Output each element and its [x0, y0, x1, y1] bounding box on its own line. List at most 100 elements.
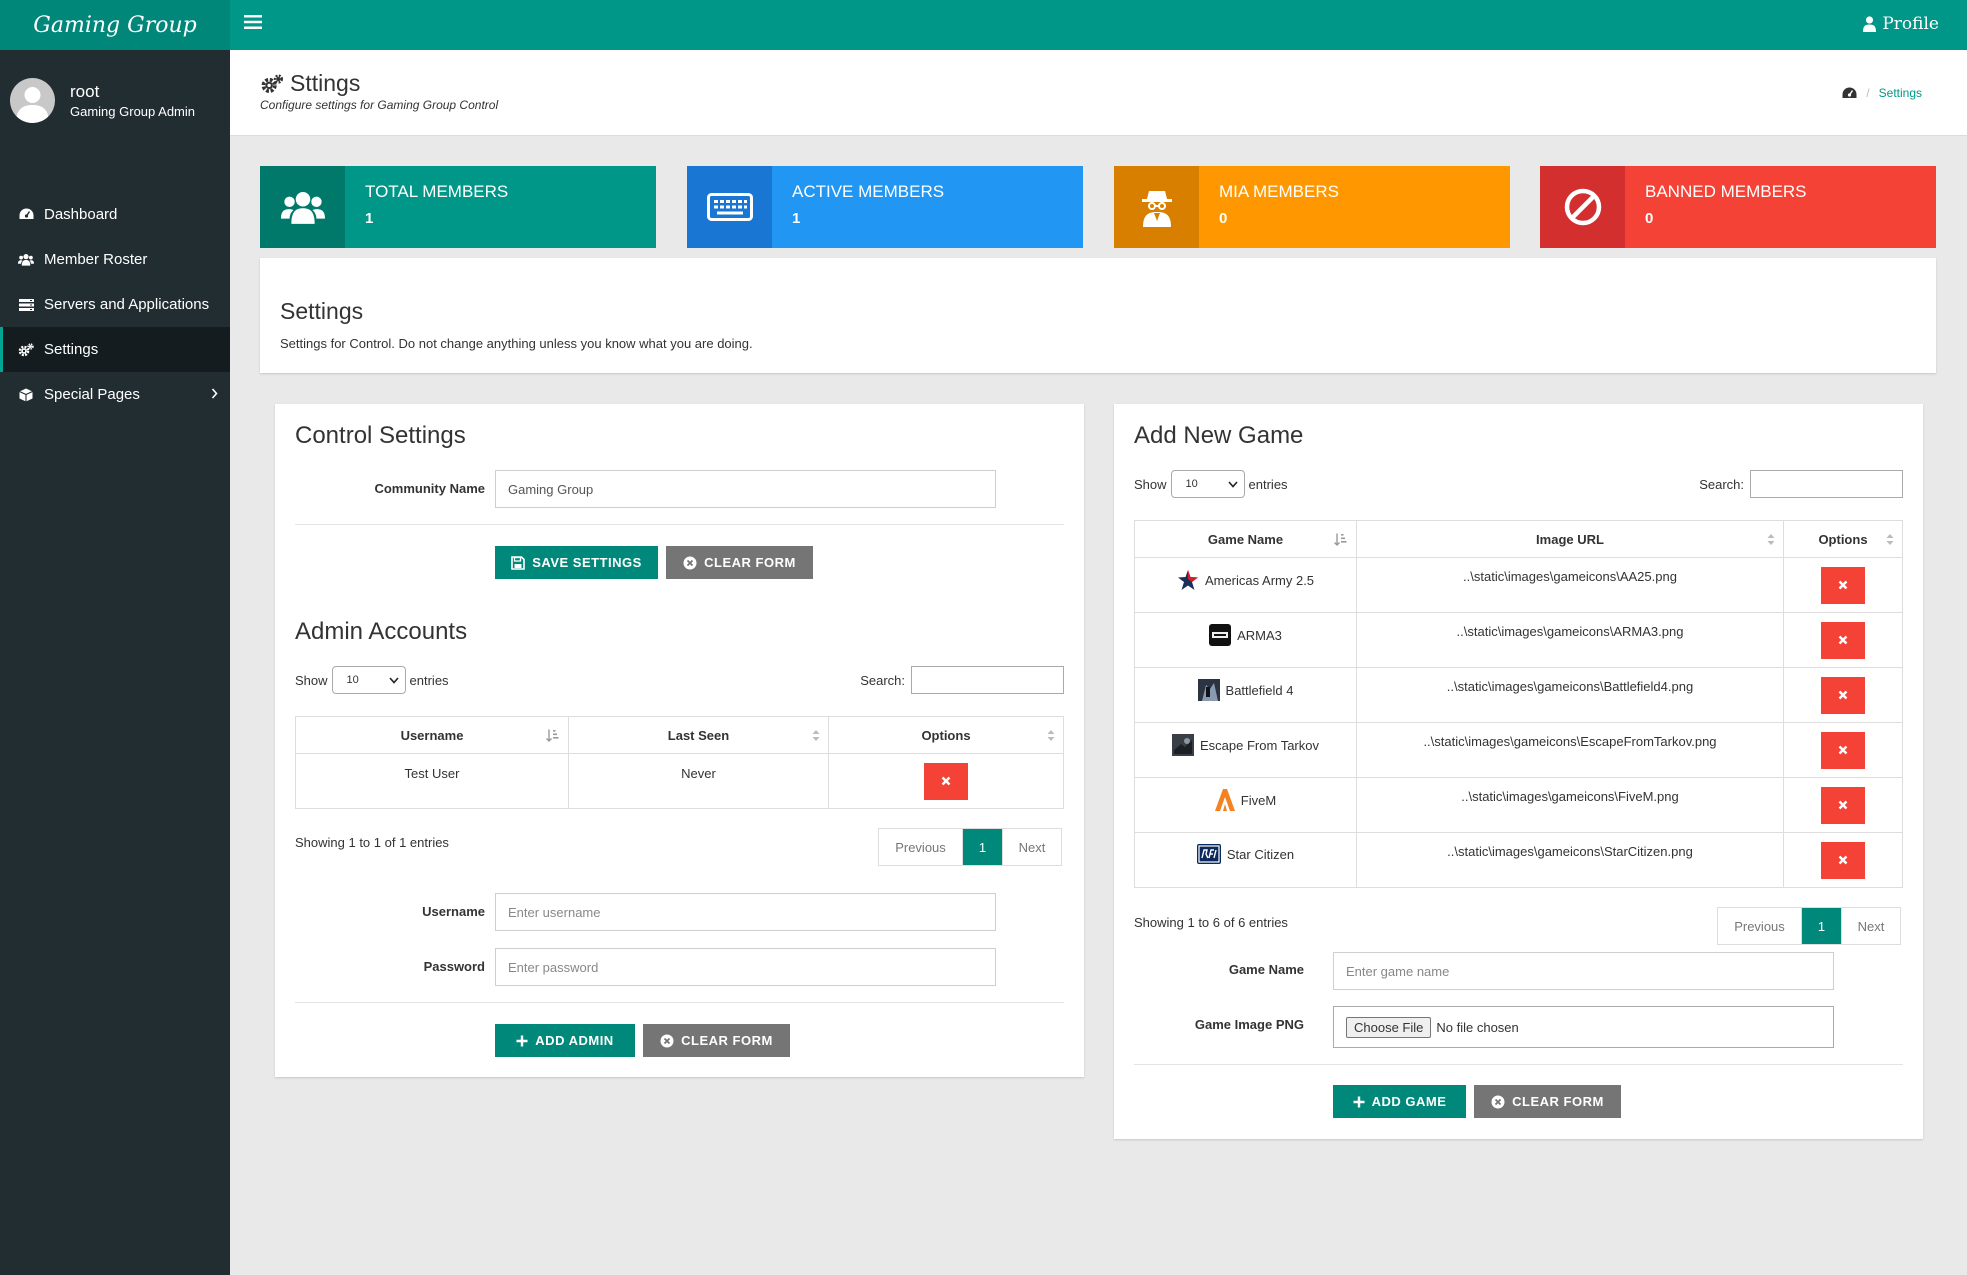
- chevron-down-icon: [388, 677, 399, 684]
- entries-label: entries: [409, 672, 449, 688]
- cell-options: [1783, 612, 1903, 668]
- add-game-button[interactable]: ADD GAME: [1333, 1085, 1466, 1118]
- breadcrumb-current: Settings: [1878, 86, 1922, 100]
- username-input[interactable]: [495, 893, 996, 931]
- game-name: Battlefield 4: [1225, 682, 1294, 698]
- user-role: Gaming Group Admin: [70, 104, 196, 119]
- games-table-info: Showing 1 to 6 of 6 entries: [1134, 915, 1288, 930]
- profile-link[interactable]: Profile: [1863, 14, 1939, 34]
- cell-game-name: Star Citizen: [1134, 832, 1357, 888]
- game-name: Star Citizen: [1226, 846, 1295, 862]
- page-1-button[interactable]: 1: [1802, 908, 1841, 944]
- stat-total-members: TOTAL MEMBERS 1: [260, 166, 656, 248]
- dashboard-icon[interactable]: [1842, 87, 1857, 100]
- password-input[interactable]: [495, 948, 996, 986]
- previous-page-button[interactable]: Previous: [879, 829, 963, 865]
- column-label: Game Name: [1207, 531, 1284, 547]
- user-icon: [1863, 16, 1877, 32]
- clear-settings-button[interactable]: CLEAR FORM: [666, 546, 813, 579]
- cogs-icon: [18, 342, 34, 358]
- sidebar-item-label: Dashboard: [44, 206, 118, 223]
- choose-file-button[interactable]: Choose File: [1346, 1016, 1432, 1038]
- sidebar-item-member-roster[interactable]: Member Roster: [0, 237, 230, 282]
- cell-game-name: FiveM: [1134, 777, 1357, 833]
- delete-game-button[interactable]: [1821, 786, 1865, 824]
- cell-image-url: ..\static\images\gameicons\ARMA3.png: [1356, 612, 1784, 668]
- cell-options: [1783, 667, 1903, 723]
- control-settings-title: Control Settings: [295, 422, 466, 449]
- table-row: Test User Never: [295, 753, 1064, 809]
- sidebar-item-servers[interactable]: Servers and Applications: [0, 282, 230, 327]
- entries-label: entries: [1248, 476, 1288, 492]
- clear-admin-form-button[interactable]: CLEAR FORM: [643, 1024, 790, 1057]
- stat-value: 1: [365, 210, 374, 227]
- breadcrumb-separator: /: [1866, 86, 1870, 100]
- stat-banned-members: BANNED MEMBERS 0: [1540, 166, 1936, 248]
- page-1-button[interactable]: 1: [963, 829, 1002, 865]
- add-new-game-box: Add New Game Show 10 entries Search: Gam…: [1114, 404, 1923, 1139]
- community-name-input[interactable]: [495, 470, 996, 508]
- cell-game-name: Battlefield 4: [1134, 667, 1357, 723]
- game-name: FiveM: [1240, 792, 1277, 808]
- divider: [1134, 1064, 1903, 1065]
- column-options[interactable]: Options: [828, 716, 1064, 754]
- admins-entries-select[interactable]: 10: [331, 666, 406, 694]
- cell-image-url: ..\static\images\gameicons\Battlefield4.…: [1356, 667, 1784, 723]
- star-citizen-icon: [1196, 844, 1221, 864]
- add-game-label: ADD GAME: [1371, 1094, 1447, 1109]
- control-settings-box: Control Settings Community Name SAVE SET…: [275, 404, 1084, 1077]
- next-page-button[interactable]: Next: [1841, 908, 1900, 944]
- sidebar-item-settings[interactable]: Settings: [0, 327, 230, 372]
- delete-game-button[interactable]: [1821, 566, 1865, 604]
- divider: [295, 524, 1064, 525]
- breadcrumb: / Settings: [1842, 86, 1922, 100]
- save-settings-button[interactable]: SAVE SETTINGS: [495, 546, 658, 579]
- delete-admin-button[interactable]: [924, 762, 968, 800]
- delete-game-button[interactable]: [1821, 841, 1865, 879]
- table-row: Star Citizen ..\static\images\gameicons\…: [1134, 832, 1903, 888]
- games-entries-select[interactable]: 10: [1170, 470, 1245, 498]
- game-image-file-input[interactable]: Choose File No file chosen: [1333, 1006, 1834, 1048]
- menu-toggle-icon[interactable]: [244, 14, 262, 30]
- times-circle-icon: [660, 1034, 674, 1047]
- column-label: Username: [400, 727, 464, 743]
- cell-options: [1783, 832, 1903, 888]
- users-icon: [18, 252, 34, 268]
- battlefield4-icon: [1197, 679, 1220, 701]
- settings-intro-box: Settings Settings for Control. Do not ch…: [260, 258, 1936, 373]
- brand-logo[interactable]: Gaming Group: [0, 0, 230, 50]
- column-username[interactable]: Username: [295, 716, 569, 754]
- stat-value: 0: [1219, 210, 1228, 227]
- sidebar-item-dashboard[interactable]: Dashboard: [0, 192, 230, 237]
- admins-search-input[interactable]: [911, 666, 1064, 694]
- games-search-input[interactable]: [1750, 470, 1903, 498]
- delete-game-button[interactable]: [1821, 621, 1865, 659]
- stat-active-members: ACTIVE MEMBERS 1: [687, 166, 1083, 248]
- add-admin-button[interactable]: ADD ADMIN: [495, 1024, 635, 1057]
- column-options[interactable]: Options: [1783, 520, 1903, 558]
- sort-icon: [1767, 533, 1775, 546]
- table-row: Battlefield 4 ..\static\images\gameicons…: [1134, 667, 1903, 723]
- column-game-name[interactable]: Game Name: [1134, 520, 1357, 558]
- admins-pagination: Previous 1 Next: [878, 828, 1062, 866]
- close-icon: [1838, 745, 1848, 755]
- sidebar-item-label: Special Pages: [44, 386, 140, 403]
- game-name: Escape From Tarkov: [1200, 737, 1319, 753]
- delete-game-button[interactable]: [1821, 731, 1865, 769]
- stat-label: TOTAL MEMBERS: [365, 182, 509, 201]
- game-name-input[interactable]: [1333, 952, 1834, 990]
- delete-game-button[interactable]: [1821, 676, 1865, 714]
- next-page-button[interactable]: Next: [1002, 829, 1061, 865]
- table-row: Americas Army 2.5 ..\static\images\gamei…: [1134, 557, 1903, 613]
- entries-value: 10: [1185, 478, 1198, 490]
- user-name: root: [70, 82, 100, 101]
- previous-page-button[interactable]: Previous: [1718, 908, 1802, 944]
- clear-game-form-button[interactable]: CLEAR FORM: [1474, 1085, 1621, 1118]
- cell-options: [1783, 722, 1903, 778]
- game-image-label: Game Image PNG: [1194, 1017, 1304, 1032]
- sort-asc-icon: [546, 729, 560, 742]
- sidebar-item-special-pages[interactable]: Special Pages: [0, 372, 230, 417]
- column-image-url[interactable]: Image URL: [1356, 520, 1784, 558]
- column-last-seen[interactable]: Last Seen: [568, 716, 829, 754]
- page-subtitle: Configure settings for Gaming Group Cont…: [260, 98, 499, 112]
